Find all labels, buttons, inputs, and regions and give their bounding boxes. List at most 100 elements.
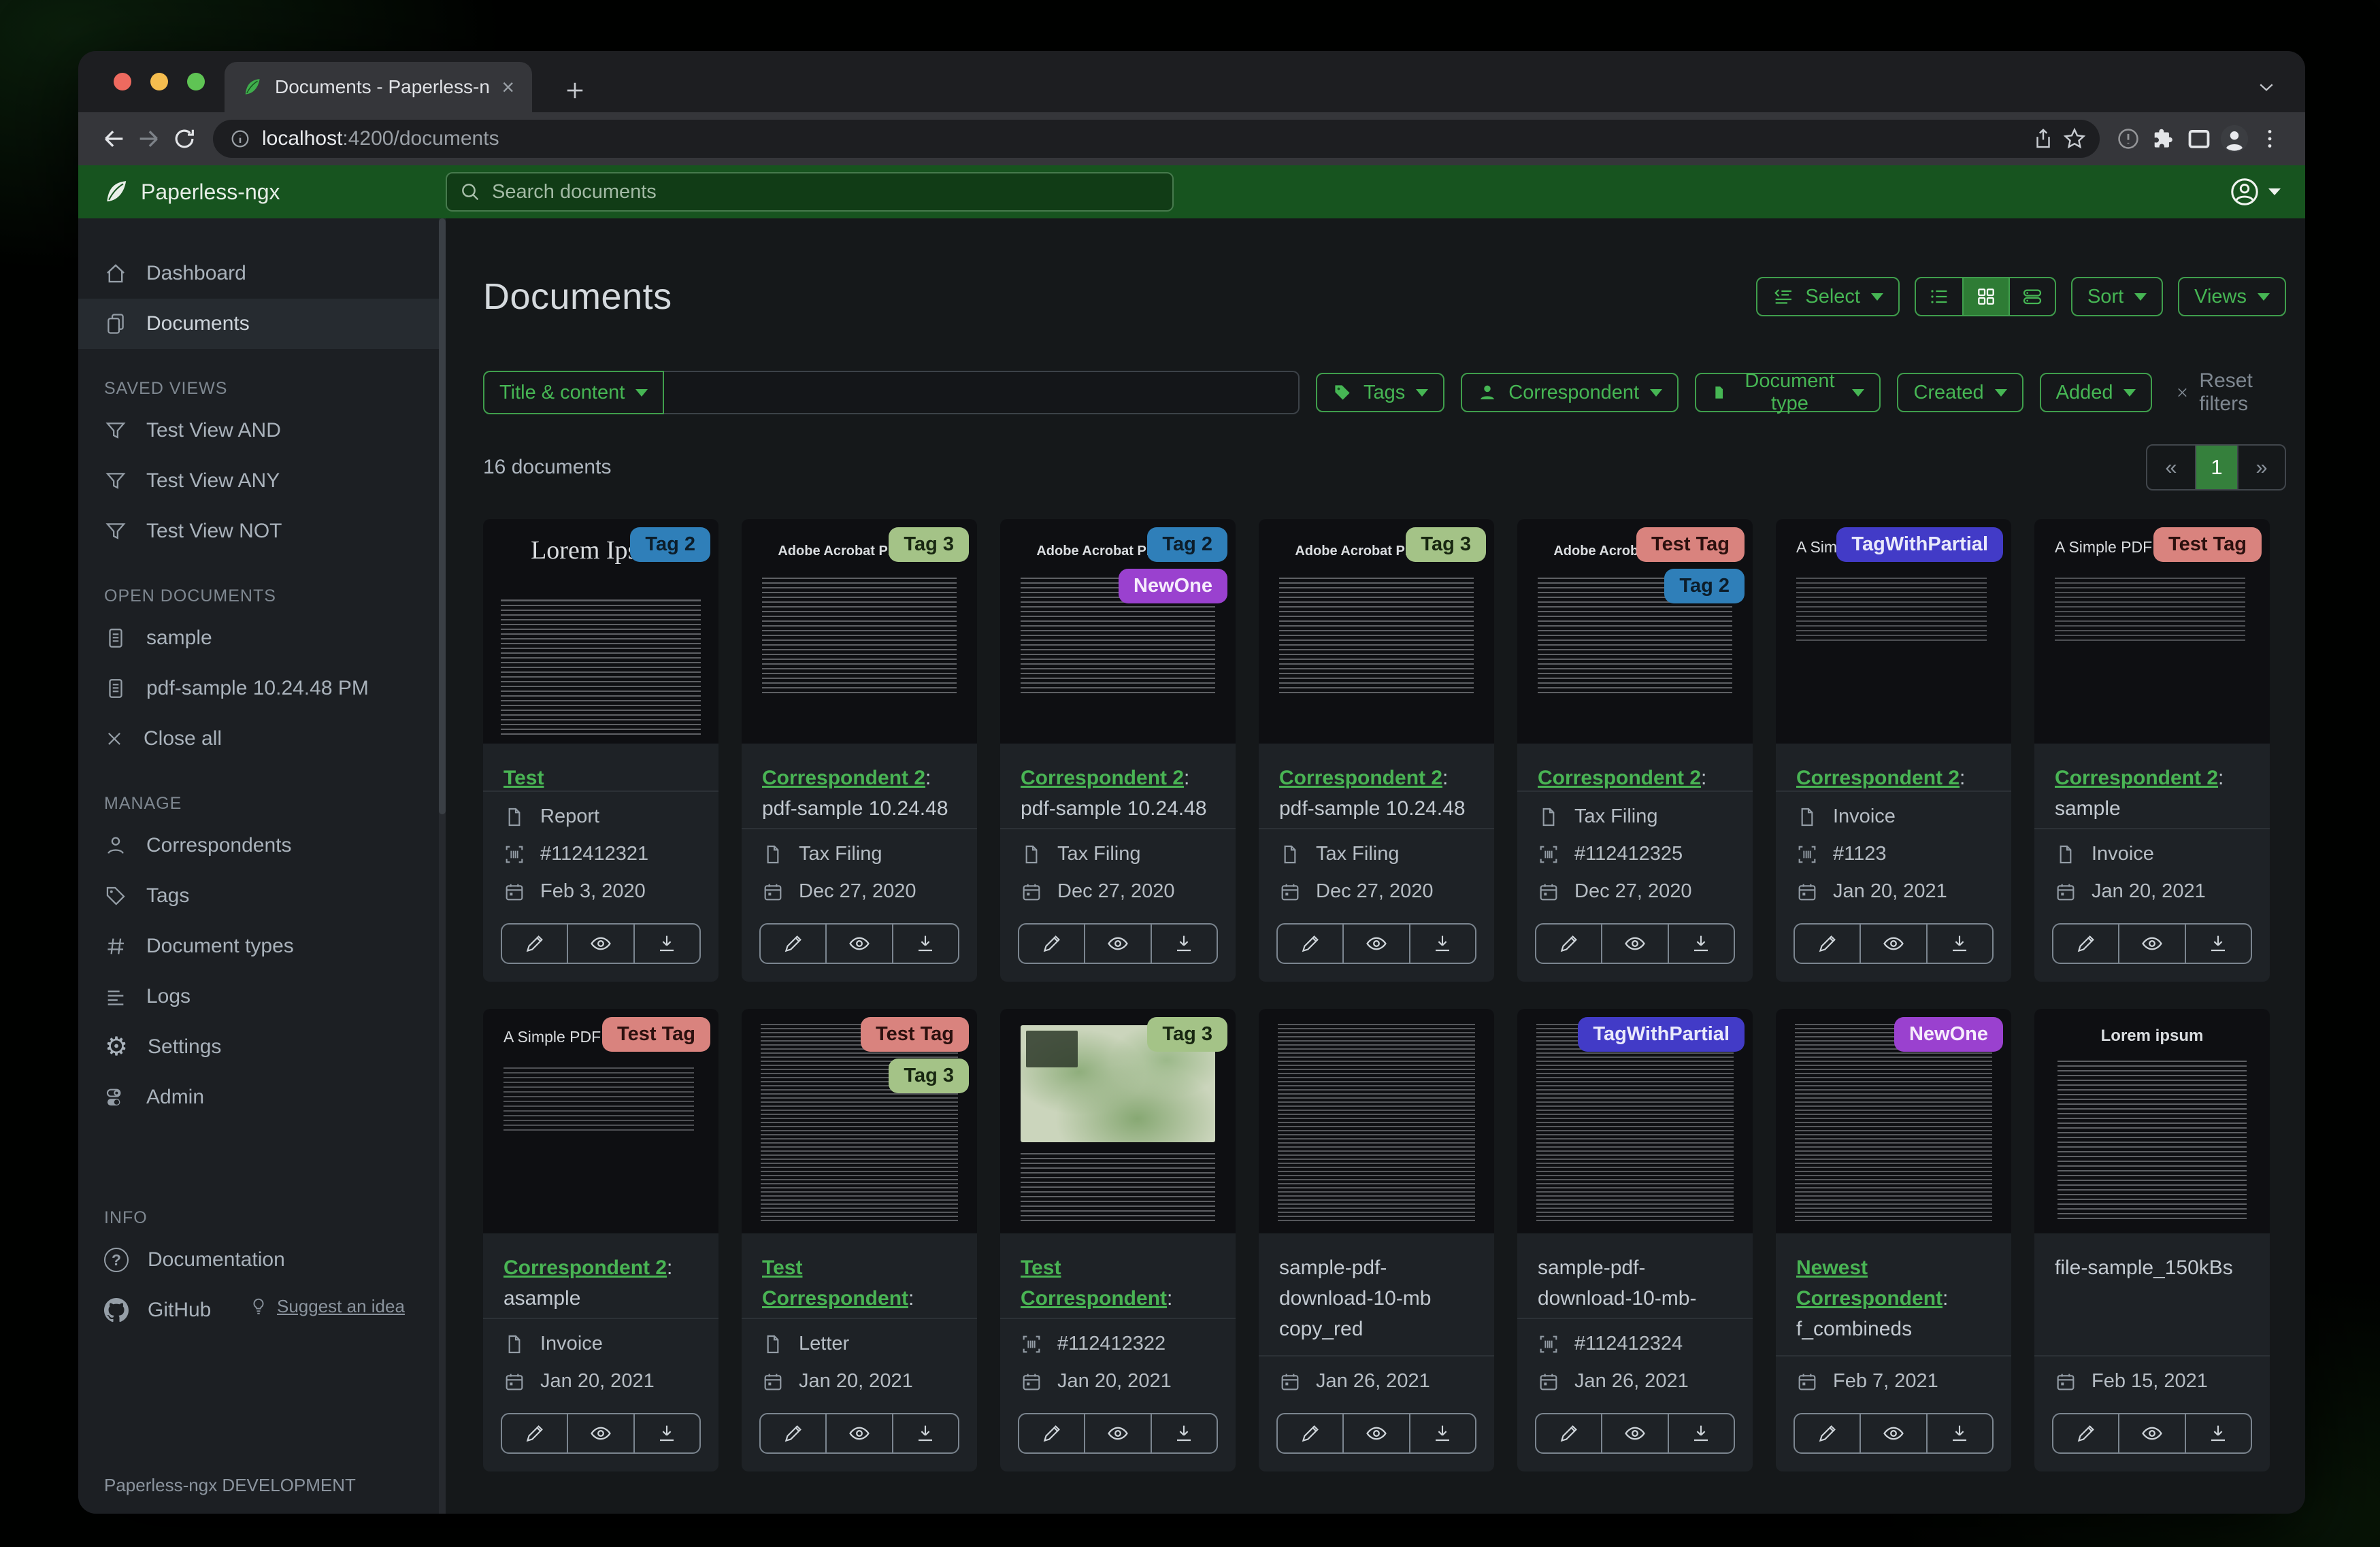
edit-button[interactable] bbox=[761, 925, 825, 963]
sidebar-item-open-doc-pdf-sample[interactable]: pdf-sample 10.24.48 PM bbox=[78, 663, 446, 714]
document-card[interactable]: Test Tag Tag 3 Test Correspondent: sample… bbox=[742, 1009, 977, 1471]
document-card[interactable]: Lorem ipsum file-sample_150kBs Feb 15, 2… bbox=[2034, 1009, 2270, 1471]
download-button[interactable] bbox=[633, 925, 699, 963]
list-view-button[interactable] bbox=[1916, 278, 1962, 315]
document-type-filter-button[interactable]: Document type bbox=[1695, 370, 1881, 414]
browser-menu-icon[interactable] bbox=[2252, 121, 2287, 156]
correspondent-link[interactable]: Test Correspondent bbox=[503, 767, 650, 791]
view-button[interactable] bbox=[1342, 1414, 1408, 1452]
edit-button[interactable] bbox=[1795, 925, 1860, 963]
sidebar-item-test-view-any[interactable]: Test View ANY bbox=[78, 456, 446, 506]
correspondent-link[interactable]: Correspondent 2 bbox=[2055, 767, 2218, 789]
sort-button[interactable]: Sort bbox=[2070, 277, 2164, 316]
tag-badge[interactable]: Test Tag bbox=[602, 1017, 710, 1052]
view-button[interactable] bbox=[825, 925, 891, 963]
correspondent-link[interactable]: Correspondent 2 bbox=[503, 1257, 667, 1279]
view-button[interactable] bbox=[1860, 925, 1926, 963]
sidebar-item-tags[interactable]: Tags bbox=[78, 871, 446, 921]
tag-badge[interactable]: TagWithPartial bbox=[1836, 527, 2003, 562]
sidebar-scrollbar[interactable] bbox=[439, 218, 446, 1514]
download-button[interactable] bbox=[891, 925, 958, 963]
download-button[interactable] bbox=[633, 1414, 699, 1452]
filter-text-input[interactable] bbox=[664, 371, 1300, 414]
fullscreen-window-button[interactable] bbox=[187, 73, 205, 90]
views-button[interactable]: Views bbox=[2178, 277, 2286, 316]
view-button[interactable] bbox=[1860, 1414, 1926, 1452]
grid-view-button[interactable] bbox=[1962, 278, 2009, 315]
correspondent-link[interactable]: Correspondent 2 bbox=[762, 767, 925, 789]
correspondent-link[interactable]: Newest Correspondent bbox=[1796, 1257, 1943, 1310]
edit-button[interactable] bbox=[1019, 1414, 1084, 1452]
extension-badge-icon[interactable] bbox=[2111, 121, 2146, 156]
document-card[interactable]: Lorem Ipsum Tag 2 Test Correspondent: A … bbox=[483, 519, 718, 982]
tag-badge[interactable]: Tag 2 bbox=[1147, 527, 1227, 562]
back-button[interactable] bbox=[96, 121, 131, 156]
tag-badge[interactable]: Test Tag bbox=[861, 1017, 969, 1052]
tag-badge[interactable]: Tag 2 bbox=[1664, 569, 1745, 603]
card-view-button[interactable] bbox=[2008, 278, 2055, 315]
added-filter-button[interactable]: Added bbox=[2039, 373, 2153, 412]
edit-button[interactable] bbox=[2053, 925, 2118, 963]
download-button[interactable] bbox=[2184, 1414, 2251, 1452]
tag-badge[interactable]: NewOne bbox=[1118, 569, 1227, 603]
previous-page-button[interactable]: « bbox=[2147, 446, 2195, 489]
document-card[interactable]: TagWithPartial sample-pdf-download-10-mb… bbox=[1517, 1009, 1753, 1471]
sidebar-item-document-types[interactable]: Document types bbox=[78, 921, 446, 971]
correspondent-link[interactable]: Test Correspondent bbox=[762, 1257, 908, 1310]
download-button[interactable] bbox=[1150, 925, 1217, 963]
select-button[interactable]: Select bbox=[1756, 277, 1900, 316]
close-window-button[interactable] bbox=[114, 73, 131, 90]
document-card[interactable]: A Simple PDF File TagWithPartial Corresp… bbox=[1776, 519, 2011, 982]
current-page-button[interactable]: 1 bbox=[2195, 446, 2237, 489]
correspondent-filter-button[interactable]: Correspondent bbox=[1461, 373, 1679, 412]
reset-filters-button[interactable]: Reset filters bbox=[2175, 369, 2286, 416]
correspondent-link[interactable]: Correspondent 2 bbox=[1279, 767, 1442, 789]
user-menu[interactable] bbox=[2229, 176, 2281, 207]
edit-button[interactable] bbox=[502, 1414, 567, 1452]
correspondent-link[interactable]: Test Correspondent bbox=[1021, 1257, 1167, 1310]
document-card[interactable]: Adobe Acrobat PDF Files Tag 3 Correspond… bbox=[742, 519, 977, 982]
address-bar[interactable]: localhost:4200/documents bbox=[213, 120, 2100, 158]
view-button[interactable] bbox=[1084, 1414, 1150, 1452]
view-button[interactable] bbox=[1601, 925, 1667, 963]
side-panel-icon[interactable] bbox=[2181, 121, 2217, 156]
document-card[interactable]: Tag 3 Test Correspondent: sample-pdf-wit… bbox=[1000, 1009, 1236, 1471]
view-button[interactable] bbox=[1601, 1414, 1667, 1452]
suggest-idea-link[interactable]: Suggest an idea bbox=[248, 1296, 446, 1317]
sidebar-item-admin[interactable]: Admin bbox=[78, 1072, 446, 1122]
sidebar-item-settings[interactable]: ⚙ Settings bbox=[78, 1022, 446, 1072]
tag-badge[interactable]: Tag 3 bbox=[889, 1059, 969, 1093]
tag-badge[interactable]: NewOne bbox=[1894, 1017, 2003, 1052]
download-button[interactable] bbox=[1926, 925, 1992, 963]
download-button[interactable] bbox=[1926, 1414, 1992, 1452]
edit-button[interactable] bbox=[502, 925, 567, 963]
filter-field-button[interactable]: Title & content bbox=[483, 371, 665, 414]
edit-button[interactable] bbox=[1278, 1414, 1342, 1452]
created-filter-button[interactable]: Created bbox=[1897, 373, 2023, 412]
download-button[interactable] bbox=[1150, 1414, 1217, 1452]
share-icon[interactable] bbox=[2028, 123, 2059, 154]
tag-badge[interactable]: Tag 2 bbox=[630, 527, 710, 562]
document-card[interactable]: A Simple PDF File Test Tag Correspondent… bbox=[2034, 519, 2270, 982]
edit-button[interactable] bbox=[1278, 925, 1342, 963]
minimize-window-button[interactable] bbox=[150, 73, 168, 90]
download-button[interactable] bbox=[2184, 925, 2251, 963]
reload-button[interactable] bbox=[167, 121, 202, 156]
sidebar-item-test-view-not[interactable]: Test View NOT bbox=[78, 506, 446, 556]
tag-badge[interactable]: Test Tag bbox=[2153, 527, 2262, 562]
tab-search-chevron-icon[interactable] bbox=[2256, 77, 2277, 97]
sidebar-item-documentation[interactable]: ? Documentation bbox=[78, 1235, 446, 1285]
sidebar-item-documents[interactable]: Documents bbox=[78, 299, 446, 349]
tags-filter-button[interactable]: Tags bbox=[1316, 373, 1445, 412]
download-button[interactable] bbox=[1667, 1414, 1734, 1452]
browser-tab[interactable]: Documents - Paperless-ngx × bbox=[225, 62, 532, 112]
document-card[interactable]: sample-pdf-download-10-mb copy_red Jan 2… bbox=[1259, 1009, 1494, 1471]
global-search[interactable] bbox=[446, 172, 1174, 212]
view-button[interactable] bbox=[567, 1414, 633, 1452]
view-button[interactable] bbox=[825, 1414, 891, 1452]
view-button[interactable] bbox=[1342, 925, 1408, 963]
edit-button[interactable] bbox=[1019, 925, 1084, 963]
edit-button[interactable] bbox=[761, 1414, 825, 1452]
document-card[interactable]: Adobe Acrobat PDF Files Tag 3 Correspond… bbox=[1259, 519, 1494, 982]
document-card[interactable]: NewOne Newest Correspondent: f_combineds… bbox=[1776, 1009, 2011, 1471]
